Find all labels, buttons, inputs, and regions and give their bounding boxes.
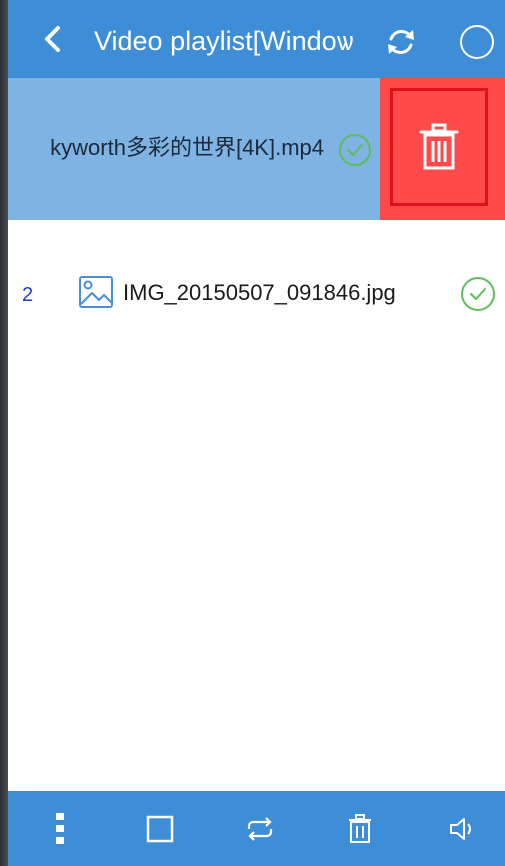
stop-button[interactable] xyxy=(138,791,182,866)
trash-icon xyxy=(349,813,371,843)
circle-icon[interactable] xyxy=(460,25,494,59)
window-edge xyxy=(0,0,8,866)
stop-icon xyxy=(146,815,174,842)
list-item-name: IMG_20150507_091846.jpg xyxy=(123,280,396,305)
refresh-button[interactable] xyxy=(381,22,421,62)
chevron-left-icon xyxy=(45,26,60,52)
page-title: Video playlist[Windoѡ xyxy=(94,26,354,56)
repeat-button[interactable] xyxy=(238,791,282,866)
more-icon xyxy=(56,812,64,844)
back-button[interactable] xyxy=(36,22,70,56)
refresh-icon xyxy=(388,30,414,54)
image-icon xyxy=(79,276,113,308)
check-circle-icon xyxy=(461,277,495,311)
list-item-index: 2 xyxy=(22,284,34,306)
more-button[interactable] xyxy=(40,791,80,866)
bottom-toolbar xyxy=(8,791,505,866)
volume-icon xyxy=(450,817,471,840)
trash-icon xyxy=(419,123,459,170)
list-item[interactable]: 2 IMG_20150507_091846.jpg xyxy=(8,220,505,368)
list-item-name: kyworth多彩的世界[4K].mp4 xyxy=(50,135,324,160)
app-header: Video playlist[Windoѡ xyxy=(8,0,505,78)
volume-button[interactable] xyxy=(440,791,484,866)
delete-all-button[interactable] xyxy=(338,791,382,866)
delete-button[interactable] xyxy=(390,88,488,206)
list-item[interactable]: kyworth多彩的世界[4K].mp4 xyxy=(8,78,380,220)
check-circle-icon xyxy=(339,134,371,166)
repeat-icon xyxy=(247,816,273,841)
